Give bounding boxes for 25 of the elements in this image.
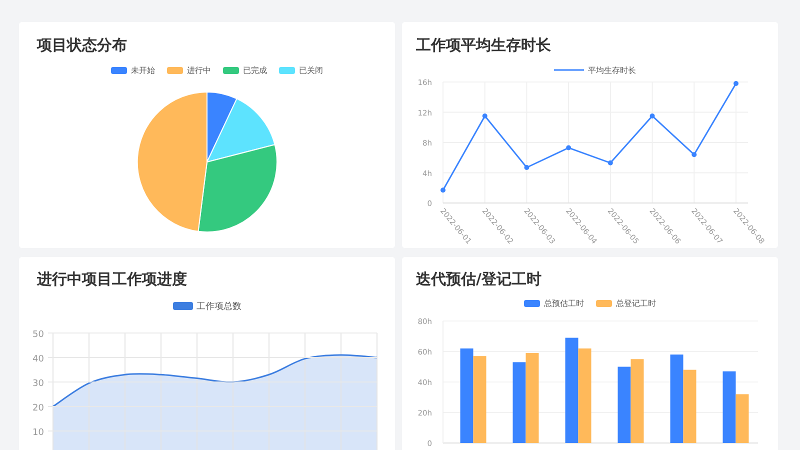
data-point xyxy=(692,152,697,158)
card-title: 项目状态分布 xyxy=(37,36,128,54)
legend-label[interactable]: 工作项总数 xyxy=(196,300,242,312)
y-axis-label: 10 xyxy=(32,428,44,438)
data-point xyxy=(608,160,613,166)
y-axis-label: 30 xyxy=(32,379,44,389)
data-point xyxy=(650,114,655,119)
card-title: 迭代预估/登记工时 xyxy=(416,270,542,288)
card-title: 进行中项目工作项进度 xyxy=(37,270,188,288)
data-point xyxy=(440,188,446,193)
legend-label[interactable]: 进行中 xyxy=(187,64,211,76)
legend-label[interactable]: 总预估工时 xyxy=(544,298,584,308)
data-point xyxy=(482,114,488,119)
y-axis-label: 40 xyxy=(32,354,44,364)
y-axis-label: 50 xyxy=(32,330,44,340)
legend-label[interactable]: 未开始 xyxy=(131,64,155,76)
y-axis-label: 20 xyxy=(32,404,44,414)
legend-label[interactable]: 已完成 xyxy=(243,64,267,76)
legend-label[interactable]: 已关闭 xyxy=(299,64,323,76)
data-point xyxy=(524,164,530,170)
legend-label[interactable]: 总登记工时 xyxy=(616,298,656,308)
data-point xyxy=(734,81,738,86)
legend-label[interactable]: 平均生存时长 xyxy=(588,64,636,76)
card-title: 工作项平均生存时长 xyxy=(416,36,552,54)
data-point xyxy=(566,145,572,150)
